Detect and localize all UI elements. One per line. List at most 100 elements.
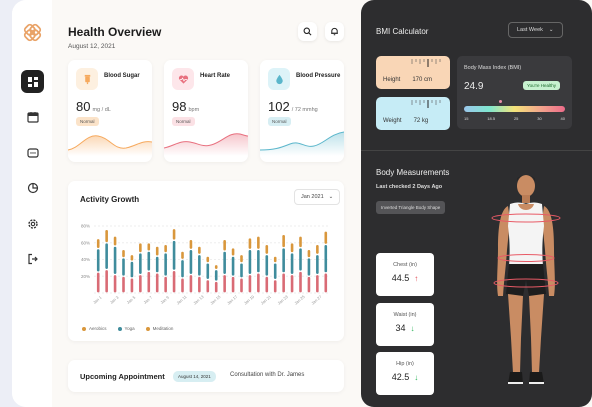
bmi-index-card: Body Mass Index (BMI) 24.9 You're Health… (457, 56, 572, 129)
bar-yoga (273, 263, 277, 279)
x-tick-label: Jan 27 (310, 294, 323, 306)
x-tick-label: Jan 17 (226, 294, 239, 306)
bar-aerobics (96, 272, 100, 293)
bar-aerobics (206, 280, 210, 293)
nav-logout[interactable] (21, 247, 44, 270)
bar-aerobics (130, 278, 134, 293)
bar-aerobics (223, 275, 226, 293)
x-tick-label: Jan 21 (260, 294, 273, 306)
bar-aerobics (273, 280, 277, 293)
search-button[interactable] (298, 22, 317, 41)
bar-yoga (96, 249, 100, 272)
x-tick-label: Jan 23 (276, 294, 289, 306)
vital-card-blood-pressure[interactable]: Blood Pressure 102/ 72 mmhg Normal (260, 60, 344, 162)
bar-aerobics (147, 271, 151, 293)
bar-meditation (282, 234, 285, 248)
bar-aerobics (307, 276, 311, 293)
ruler-icon (411, 100, 441, 108)
measurement-waist[interactable]: Waist (in) 34 ↓ (376, 303, 434, 346)
bar-yoga (198, 255, 201, 276)
bar-aerobics (290, 275, 294, 293)
bar-aerobics (139, 275, 142, 293)
height-card[interactable]: Height 170 cm (376, 56, 450, 89)
measurement-label: Hip (in) (396, 361, 414, 367)
sugar-trend-wave (68, 135, 152, 156)
dashboard-icon (27, 76, 38, 87)
x-tick-label: Jan 11 (175, 294, 188, 306)
search-icon (303, 27, 312, 36)
y-tick-label: 80% (81, 224, 90, 229)
nav-calendar[interactable] (21, 105, 44, 128)
app-shell: Health Overview August 12, 2021 Blood Su… (12, 0, 592, 407)
nav-reports[interactable] (21, 176, 44, 199)
weight-card[interactable]: Weight 72 kg (376, 97, 450, 130)
x-tick-label: Jan 13 (192, 294, 205, 306)
logout-icon (27, 253, 38, 264)
nav-dashboard[interactable] (21, 70, 44, 93)
bar-yoga (240, 263, 243, 278)
measurement-label: Waist (in) (393, 312, 417, 318)
bar-meditation (307, 250, 311, 258)
bar-aerobics (324, 273, 328, 293)
measurement-chest[interactable]: Chest (in) 44.5 ↑ (376, 253, 434, 296)
measurement-hip[interactable]: Hip (in) 42.5 ↓ (376, 352, 434, 395)
period-select[interactable]: Last Week ⌄ (508, 22, 563, 38)
appointment-title: Upcoming Appointment (80, 372, 165, 381)
bar-meditation (206, 256, 210, 263)
bmi-scale-ticks: 15 18.5 25 30 40 (464, 116, 565, 121)
main-content: Health Overview August 12, 2021 Blood Su… (52, 0, 361, 407)
bar-meditation (273, 256, 277, 263)
bar-meditation (290, 243, 294, 253)
body-measurements-subtitle: Last checked 2 Days Ago (376, 184, 443, 190)
pie-chart-icon (27, 182, 38, 193)
bar-meditation (324, 231, 328, 244)
bar-yoga (307, 258, 311, 276)
vital-card-heart-rate[interactable]: Heart Rate 98 bpm Normal (164, 60, 248, 162)
x-tick-label: Jan 1 (92, 294, 103, 305)
bar-yoga (248, 250, 252, 274)
nav-settings[interactable] (21, 212, 44, 235)
calendar-icon (26, 111, 39, 123)
bar-meditation (105, 229, 108, 243)
arrow-down-icon: ↓ (410, 323, 415, 333)
body-shape-chip: Inverted Triangle Body Shape (376, 201, 446, 214)
bar-meditation (113, 236, 117, 246)
appointment-text: Consultation with Dr. James (230, 372, 305, 378)
weight-label: Weight 72 kg (383, 118, 429, 124)
bar-meditation (155, 246, 159, 256)
x-tick-label: Jan 19 (243, 294, 256, 306)
legend-item: Aerobics (82, 326, 107, 331)
bar-aerobics (316, 275, 319, 293)
notification-button[interactable] (325, 22, 344, 41)
blood-sugar-icon (76, 68, 98, 90)
x-tick-label: Jan 9 (159, 294, 170, 305)
bar-meditation (139, 243, 142, 253)
arrow-down-icon: ↓ (414, 372, 419, 382)
bmi-status-badge: You're Healthy (523, 81, 560, 90)
bar-meditation (164, 245, 167, 253)
bar-meditation (130, 255, 134, 261)
x-tick-label: Jan 25 (293, 294, 306, 306)
divider (361, 150, 592, 151)
upcoming-appointment-card[interactable]: Upcoming Appointment August 14, 2021 Con… (68, 360, 344, 392)
page-title: Health Overview (68, 25, 162, 39)
bar-aerobics (172, 270, 176, 293)
bar-meditation (257, 236, 260, 249)
bar-aerobics (113, 275, 117, 293)
vital-card-blood-sugar[interactable]: Blood Sugar 80 mg / dL Normal (68, 60, 152, 162)
bar-aerobics (181, 278, 184, 293)
bar-yoga (299, 248, 302, 271)
bar-aerobics (189, 275, 193, 293)
arrow-up-icon: ↑ (414, 273, 419, 283)
bar-meditation (198, 246, 201, 254)
bar-meditation (223, 240, 226, 251)
legend-item: Yoga (117, 326, 135, 331)
measurement-label: Chest (in) (393, 262, 417, 268)
chart-legend: Aerobics Yoga Meditation (82, 326, 173, 331)
appointment-date: August 14, 2021 (173, 371, 216, 382)
bar-yoga (231, 256, 235, 276)
nav-messages[interactable] (21, 141, 44, 164)
bar-meditation (181, 251, 184, 259)
bar-meditation (172, 229, 176, 240)
vital-value: 80 mg / dL (76, 99, 111, 114)
